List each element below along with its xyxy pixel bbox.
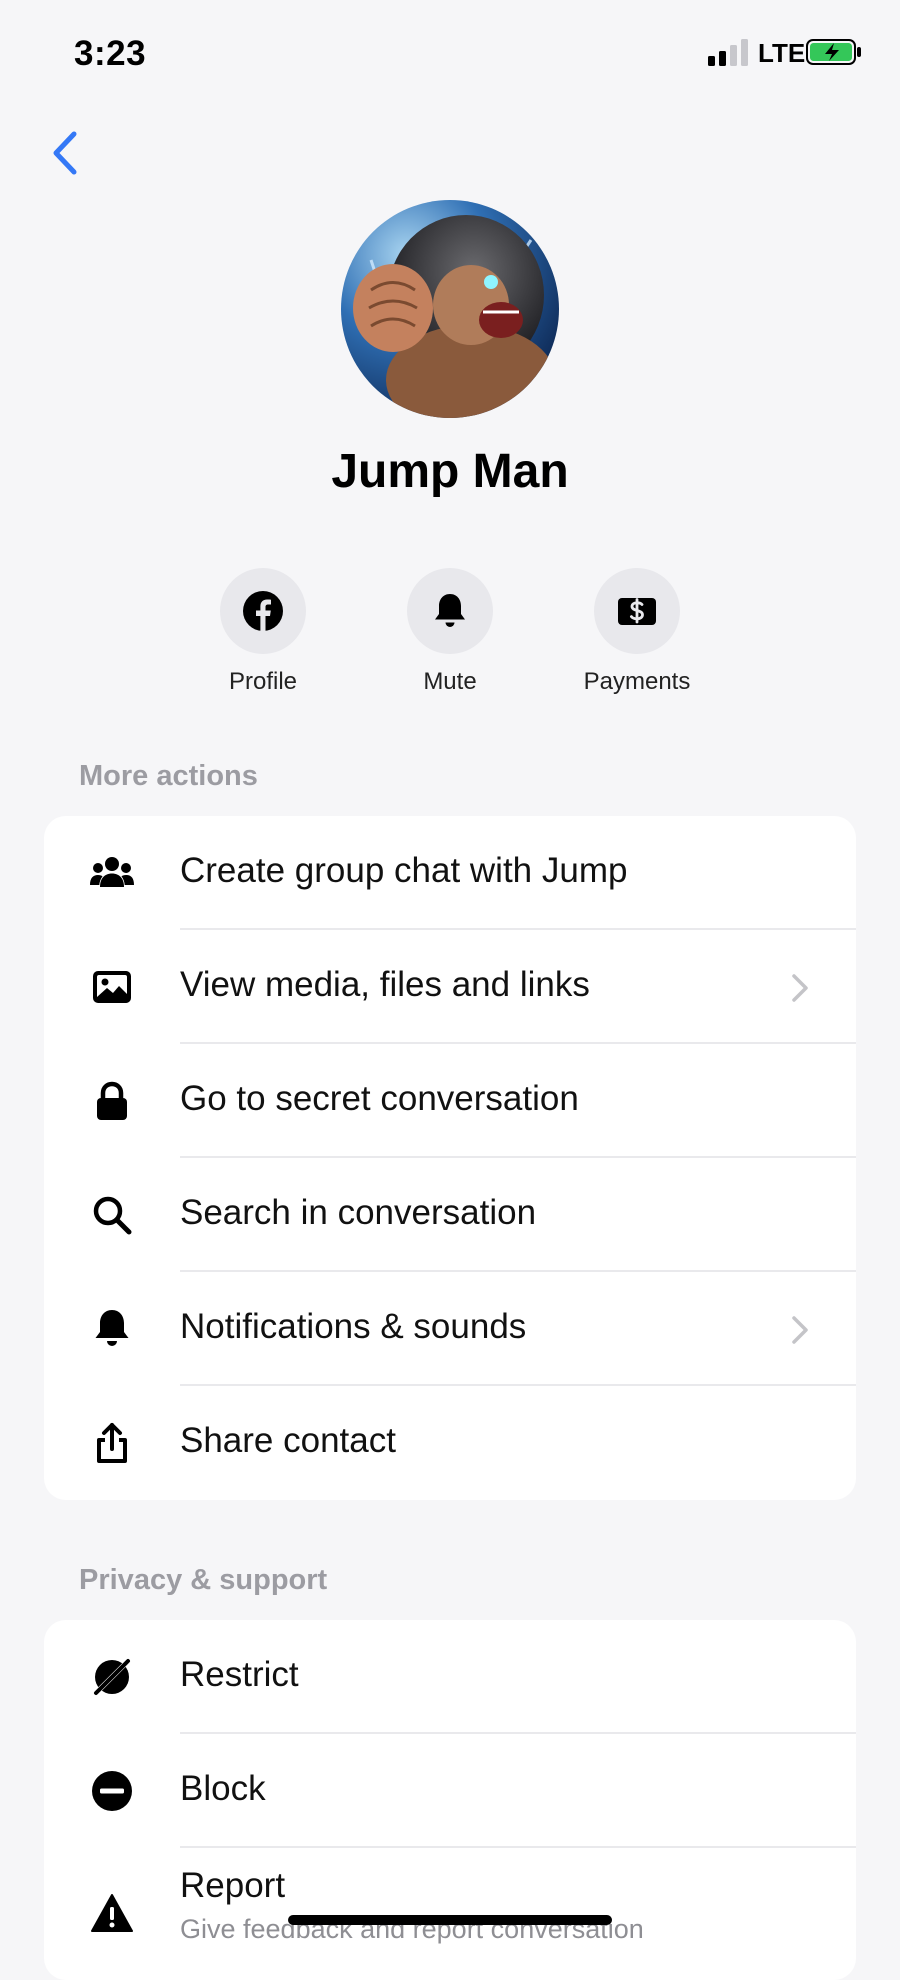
report-label: Report [180, 1866, 286, 1905]
secret-conversation-label: Go to secret conversation [180, 1079, 579, 1118]
payments-action[interactable]: Payments [552, 568, 722, 696]
network-type: LTE [758, 38, 806, 68]
profile-label: Profile [228, 668, 298, 695]
share-contact-label: Share contact [180, 1421, 396, 1460]
create-group-chat-label: Create group chat with Jump [180, 851, 628, 890]
avatar[interactable] [341, 200, 559, 418]
bell-icon [435, 594, 465, 627]
lock-icon [97, 1081, 127, 1120]
payments-icon [618, 598, 656, 625]
block-row[interactable]: Block [44, 1734, 856, 1848]
restrict-row[interactable]: Restrict [44, 1620, 856, 1734]
restrict-icon [92, 1657, 132, 1697]
signal-icon [708, 39, 748, 66]
block-label: Block [180, 1769, 266, 1808]
warning-icon [91, 1894, 133, 1932]
people-icon [90, 857, 134, 887]
status-time: 3:23 [74, 34, 147, 73]
profile-name: Jump Man [331, 445, 569, 498]
view-media-row[interactable]: View media, files and links [44, 930, 856, 1044]
payments-button[interactable] [594, 568, 680, 654]
privacy-support-card: Restrict Block Report Give feedback and … [44, 1620, 856, 1980]
notifications-sounds-label: Notifications & sounds [180, 1307, 527, 1346]
mute-action[interactable]: Mute [365, 568, 535, 696]
battery-charging-icon [806, 39, 861, 65]
payments-label: Payments [583, 668, 691, 695]
facebook-icon [243, 591, 283, 631]
restrict-label: Restrict [180, 1655, 299, 1694]
bell-icon [95, 1310, 129, 1346]
profile-action[interactable]: Profile [178, 568, 348, 696]
privacy-support-title: Privacy & support [79, 1564, 328, 1596]
status-bar: 3:23 LTE [0, 0, 900, 110]
chevron-right-icon [792, 1316, 808, 1344]
report-row[interactable]: Report Give feedback and report conversa… [44, 1848, 856, 1980]
profile-button[interactable] [220, 568, 306, 654]
more-actions-title: More actions [79, 760, 258, 792]
secret-conversation-row[interactable]: Go to secret conversation [44, 1044, 856, 1158]
search-conversation-row[interactable]: Search in conversation [44, 1158, 856, 1272]
search-conversation-label: Search in conversation [180, 1193, 537, 1232]
home-indicator[interactable] [288, 1915, 612, 1925]
create-group-chat-row[interactable]: Create group chat with Jump [44, 816, 856, 930]
mute-label: Mute [423, 668, 477, 695]
share-icon [97, 1423, 127, 1463]
block-icon [92, 1771, 132, 1811]
view-media-label: View media, files and links [180, 965, 590, 1004]
image-icon [93, 971, 131, 1003]
more-actions-card: Create group chat with Jump View media, … [44, 816, 856, 1500]
search-icon [93, 1196, 132, 1235]
notifications-sounds-row[interactable]: Notifications & sounds [44, 1272, 856, 1386]
share-contact-row[interactable]: Share contact [44, 1386, 856, 1500]
back-button[interactable] [46, 128, 86, 178]
mute-button[interactable] [407, 568, 493, 654]
chevron-right-icon [792, 974, 808, 1002]
